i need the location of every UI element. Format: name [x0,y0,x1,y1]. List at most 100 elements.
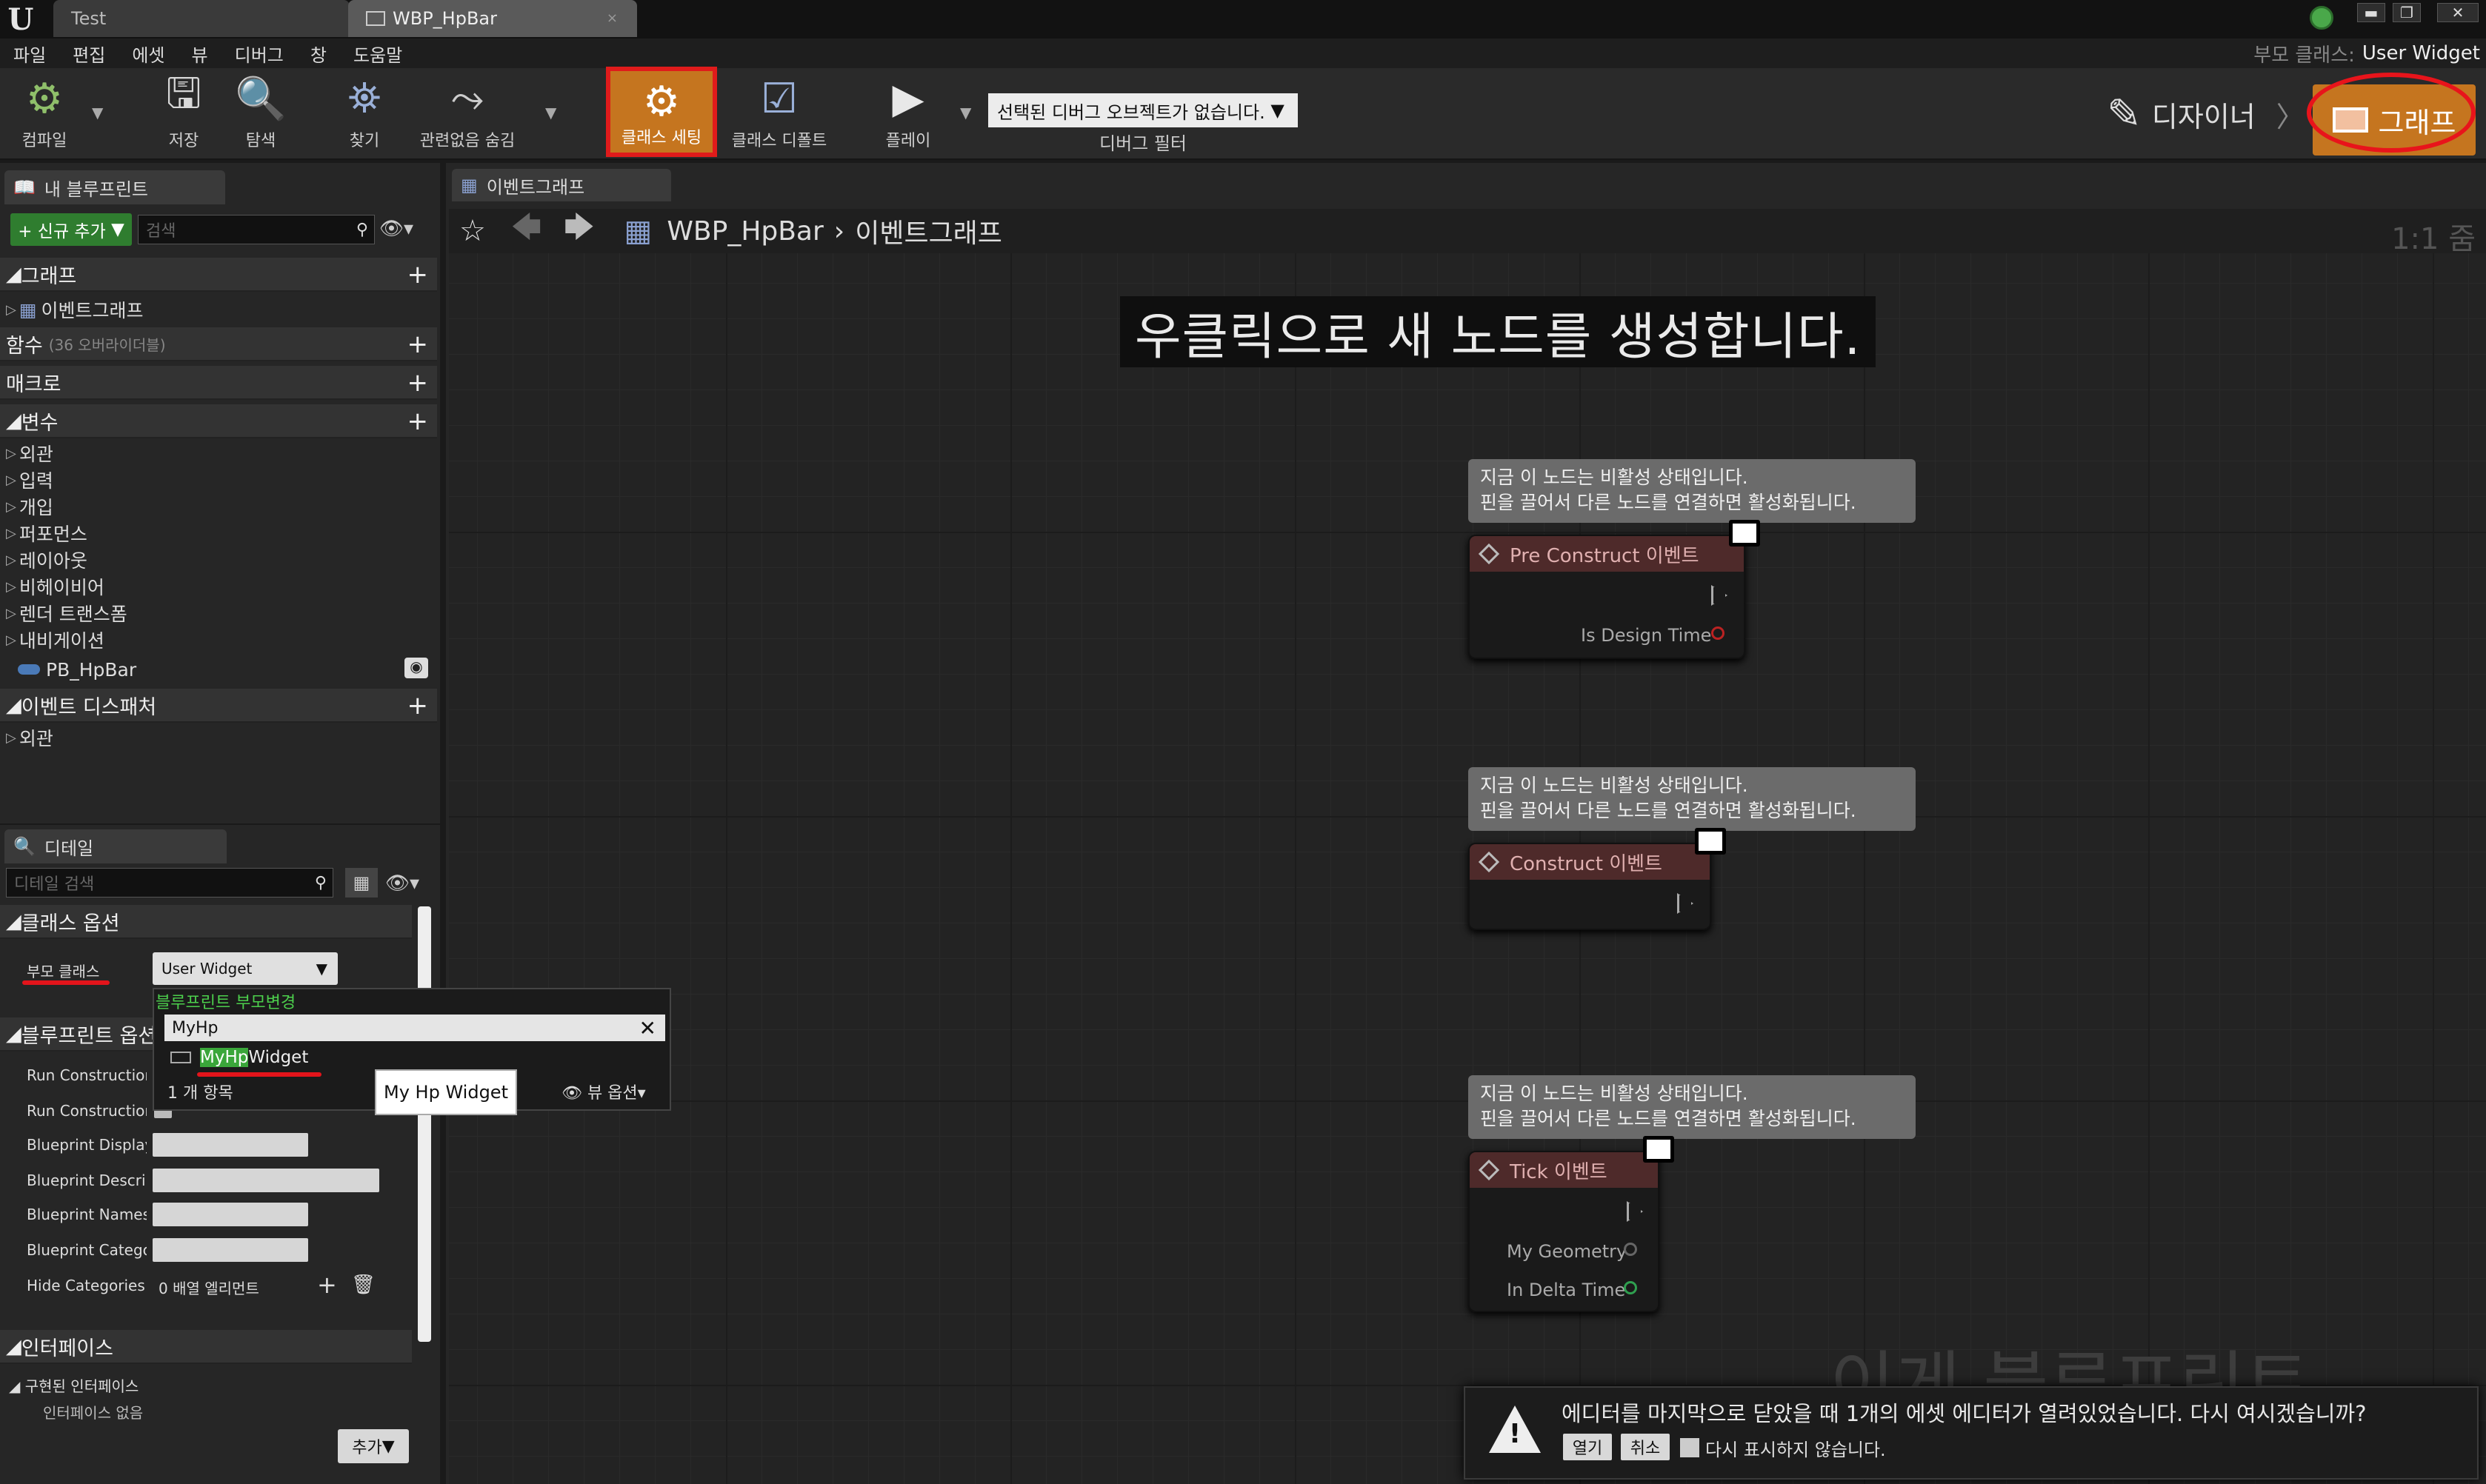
exec-output-pin[interactable] [1627,1201,1643,1222]
breadcrumb-root[interactable]: WBP_HpBar [667,216,823,247]
tab-my-blueprint[interactable]: 📖 내 블루프린트 [4,170,225,204]
add-variable-icon[interactable]: + [407,409,429,434]
save-button[interactable]: 🖫 저장 [145,70,222,157]
menu-edit[interactable]: 편집 [73,41,105,67]
property-matrix-icon[interactable]: ▦ [345,868,378,898]
variable-category[interactable]: ▷ 렌더 트랜스폼 [6,600,127,626]
clear-search-icon[interactable]: ✕ [639,1016,656,1040]
unreal-logo-icon[interactable]: U [3,1,39,37]
float-output-pin[interactable] [1624,1281,1637,1294]
event-node-pre-construct[interactable]: Pre Construct 이벤트 Is Design Time [1468,535,1745,659]
add-dispatcher-icon[interactable]: + [407,693,429,718]
hide-categories-value: 0 배열 엘리먼트 [159,1280,259,1297]
blueprint-search-input[interactable]: 검색 ⚲ [138,215,375,244]
browse-button[interactable]: 🔍 탐색 [222,73,299,157]
back-arrow-icon[interactable]: 🡄 [511,206,541,256]
variable-category[interactable]: ▷ 외관 [6,440,53,467]
tab-event-graph[interactable]: ▦ 이벤트그래프 [452,169,671,201]
add-element-icon[interactable]: + [317,1271,337,1299]
tab-wbp-hpbar[interactable]: WBP_HpBar × [348,0,637,37]
section-macros[interactable]: 매크로 + [0,366,437,400]
variable-category[interactable]: ▷ 레이아웃 [6,547,87,573]
chevron-down-icon: ▼ [316,960,327,977]
minimize-button[interactable]: ▬ [2357,3,2385,22]
event-node-construct[interactable]: Construct 이벤트 [1468,843,1711,930]
play-button[interactable]: ▶ 플레이 [870,73,947,157]
menu-debug[interactable]: 디버그 [235,41,284,67]
variable-label: PB_HpBar [46,658,137,681]
hide-unrelated-dropdown[interactable]: ▼ [545,104,556,121]
close-window-button[interactable]: ✕ [2437,3,2479,22]
find-button[interactable]: ⛯ 찾기 [326,73,403,157]
exec-output-pin[interactable] [1711,585,1727,606]
bool-output-pin[interactable] [1711,626,1724,640]
add-macro-icon[interactable]: + [407,370,429,395]
popup-view-options[interactable]: 👁 뷰 옵션▾ [561,1080,646,1103]
designer-mode-button[interactable]: ✎ 디자이너 〉 [2107,87,2305,141]
menu-asset[interactable]: 에셋 [132,41,164,67]
parent-class-value[interactable]: User Widget [2362,42,2480,64]
section-event-dispatchers[interactable]: ◢ 이벤트 디스패처 + [0,689,437,723]
trash-icon[interactable]: 🗑 [351,1274,376,1296]
view-options-eye-icon[interactable]: 👁▾ [385,872,419,895]
favorite-star-icon[interactable]: ☆ [459,214,486,248]
breadcrumb-current[interactable]: 이벤트그래프 [855,212,1002,250]
view-options-eye-icon[interactable]: 👁▾ [379,218,413,240]
hide-unrelated-button[interactable]: ⤳ 관련없음 숨김 [404,73,530,157]
section-variables[interactable]: ◢ 변수 + [0,404,437,438]
details-magnifier-icon: 🔍 [13,836,36,857]
dispatcher-category[interactable]: ▷ 외관 [6,724,53,751]
cancel-button[interactable]: 취소 [1621,1434,1670,1460]
debug-object-select[interactable]: 선택된 디버그 오브젝트가 없습니다. ▼ [988,93,1298,127]
menu-view[interactable]: 뷰 [192,41,208,67]
parent-class-combo[interactable]: User Widget ▼ [153,952,338,985]
section-functions[interactable]: 함수 (36 오버라이더블) + [0,327,437,361]
menu-help[interactable]: 도움말 [353,41,402,67]
exec-output-pin[interactable] [1677,893,1693,914]
tab-details[interactable]: 🔍 디테일 [4,829,227,863]
add-graph-icon[interactable]: + [407,262,429,287]
class-defaults-button[interactable]: ☑ 클래스 디폴트 [720,73,839,157]
category-label: 외관 [19,728,53,749]
details-scrollbar[interactable] [418,906,431,1342]
comment-line: 핀을 끌어서 다른 노드를 연결하면 활성화됩니다. [1480,800,1856,821]
add-interface-button[interactable]: 추가 ▼ [338,1429,409,1463]
visibility-eye-icon[interactable]: ◉ [404,658,428,678]
menu-window[interactable]: 창 [310,41,327,67]
variable-category[interactable]: ▷ 비헤이비어 [6,573,104,600]
variable-pb-hpbar[interactable]: PB_HpBar [18,656,136,683]
section-graphs[interactable]: ◢ 그래프 + [0,258,437,292]
open-button[interactable]: 열기 [1563,1434,1612,1460]
dont-show-checkbox[interactable] [1680,1438,1699,1457]
blueprint-description-field[interactable] [153,1169,379,1192]
source-control-status-icon[interactable] [2310,6,2333,30]
variable-category[interactable]: ▷ 개입 [6,493,53,520]
class-search-input[interactable]: MyHp ✕ [164,1015,665,1041]
compile-options-dropdown[interactable]: ▼ [92,104,103,121]
blueprint-category-field[interactable] [153,1238,308,1262]
add-function-icon[interactable]: + [407,332,429,357]
tab-test[interactable]: Test [53,0,350,37]
section-interfaces[interactable]: ◢ 인터페이스 [0,1330,412,1364]
section-label: 인터페이스 [21,1337,113,1360]
variable-category[interactable]: ▷ 내비게이션 [6,626,104,653]
class-settings-button[interactable]: ⚙ 클래스 세팅 [606,67,717,157]
play-options-dropdown[interactable]: ▼ [960,104,971,121]
blueprint-display-field[interactable] [153,1133,308,1157]
graph-canvas[interactable] [449,253,2486,1484]
variable-category[interactable]: ▷ 퍼포먼스 [6,520,87,547]
event-graph-item[interactable]: ▷ ▦ 이벤트그래프 [6,296,143,323]
compile-button[interactable]: ⚙ 컴파일 [4,73,84,157]
forward-arrow-icon[interactable]: 🡆 [564,206,594,256]
close-tab-icon[interactable]: × [607,10,618,26]
class-result-item[interactable]: MyHp Widget [170,1044,308,1071]
event-node-tick[interactable]: Tick 이벤트 My Geometry In Delta Time [1468,1151,1659,1312]
section-class-options[interactable]: ◢ 클래스 옵션 [0,905,412,939]
menu-file[interactable]: 파일 [13,41,46,67]
variable-category[interactable]: ▷ 입력 [6,467,53,493]
details-search-input[interactable]: 디테일 검색 ⚲ [6,868,333,898]
add-new-button[interactable]: + 신규 추가 ▼ [10,213,132,246]
blueprint-namespace-field[interactable] [153,1203,308,1226]
struct-output-pin[interactable] [1624,1243,1637,1256]
restore-button[interactable]: ❐ [2393,3,2421,22]
